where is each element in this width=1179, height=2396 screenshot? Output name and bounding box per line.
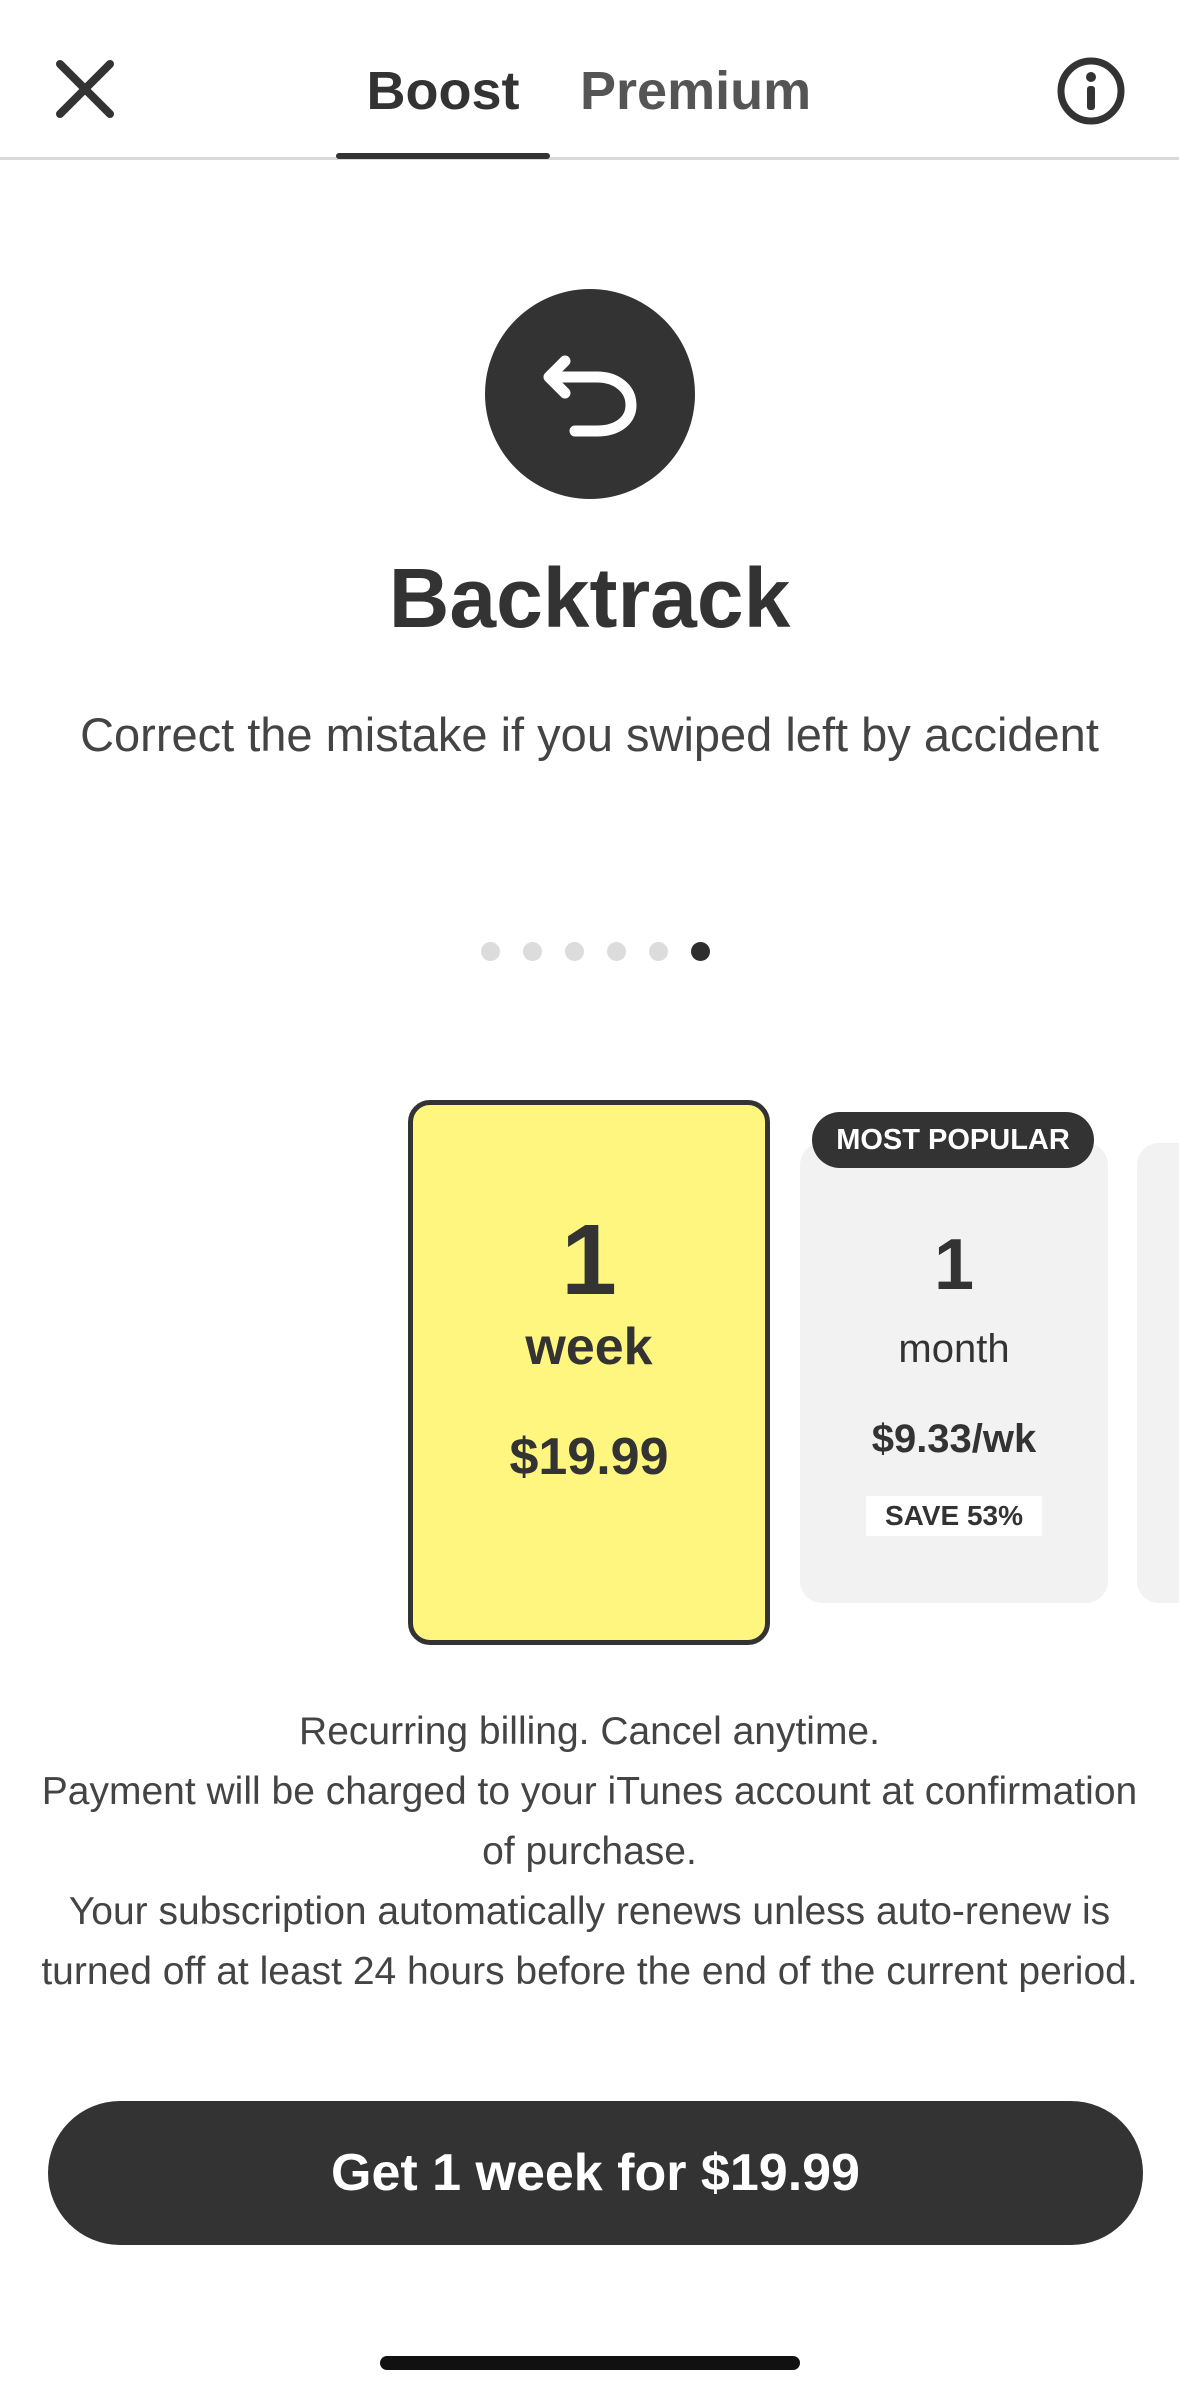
header: Boost Premium	[0, 0, 1179, 160]
legal-text: Recurring billing. Cancel anytime. Payme…	[40, 1702, 1139, 2002]
carousel-dots	[0, 942, 1179, 962]
tab-premium[interactable]: Premium	[580, 58, 811, 124]
carousel-dot[interactable]	[607, 942, 626, 961]
info-icon	[1057, 57, 1125, 125]
plan-option-1-month[interactable]: 1 month $9.33/wk SAVE 53%	[800, 1143, 1108, 1603]
legal-line: Your subscription automatically renews u…	[41, 1890, 1138, 1993]
plan-unit: week	[525, 1318, 653, 1376]
carousel-dot[interactable]	[523, 942, 542, 961]
feature-description: Correct the mistake if you swiped left b…	[80, 708, 1099, 761]
plan-option-1-week[interactable]: 1 week $19.99	[408, 1100, 770, 1645]
plan-price-per-week: $9.33/wk	[871, 1417, 1037, 1461]
home-indicator	[380, 2356, 800, 2370]
legal-line: Recurring billing. Cancel anytime.	[299, 1710, 880, 1753]
close-icon	[56, 60, 114, 118]
undo-arrow-icon	[485, 289, 695, 499]
active-tab-indicator	[336, 153, 550, 159]
legal-line: Payment will be charged to your iTunes a…	[41, 1770, 1138, 1873]
plan-option-next[interactable]	[1137, 1143, 1179, 1603]
carousel-dot[interactable]	[565, 942, 584, 961]
save-badge: SAVE 53%	[866, 1496, 1042, 1536]
carousel-dot[interactable]	[649, 942, 668, 961]
boost-purchase-screen: Boost Premium Backtrack Correct the mist…	[0, 0, 1179, 2396]
plan-price: $19.99	[509, 1428, 669, 1486]
carousel-dot[interactable]	[481, 942, 500, 961]
plan-quantity: 1	[561, 1204, 617, 1316]
close-button[interactable]	[52, 56, 118, 122]
carousel-dot-active[interactable]	[691, 942, 710, 961]
purchase-button[interactable]: Get 1 week for $19.99	[48, 2101, 1143, 2245]
info-button[interactable]	[1056, 56, 1126, 126]
plan-unit: month	[898, 1327, 1010, 1371]
tab-boost[interactable]: Boost	[336, 58, 550, 124]
feature-title: Backtrack	[388, 551, 791, 645]
most-popular-badge: MOST POPULAR	[812, 1112, 1094, 1168]
plan-quantity: 1	[933, 1225, 975, 1305]
